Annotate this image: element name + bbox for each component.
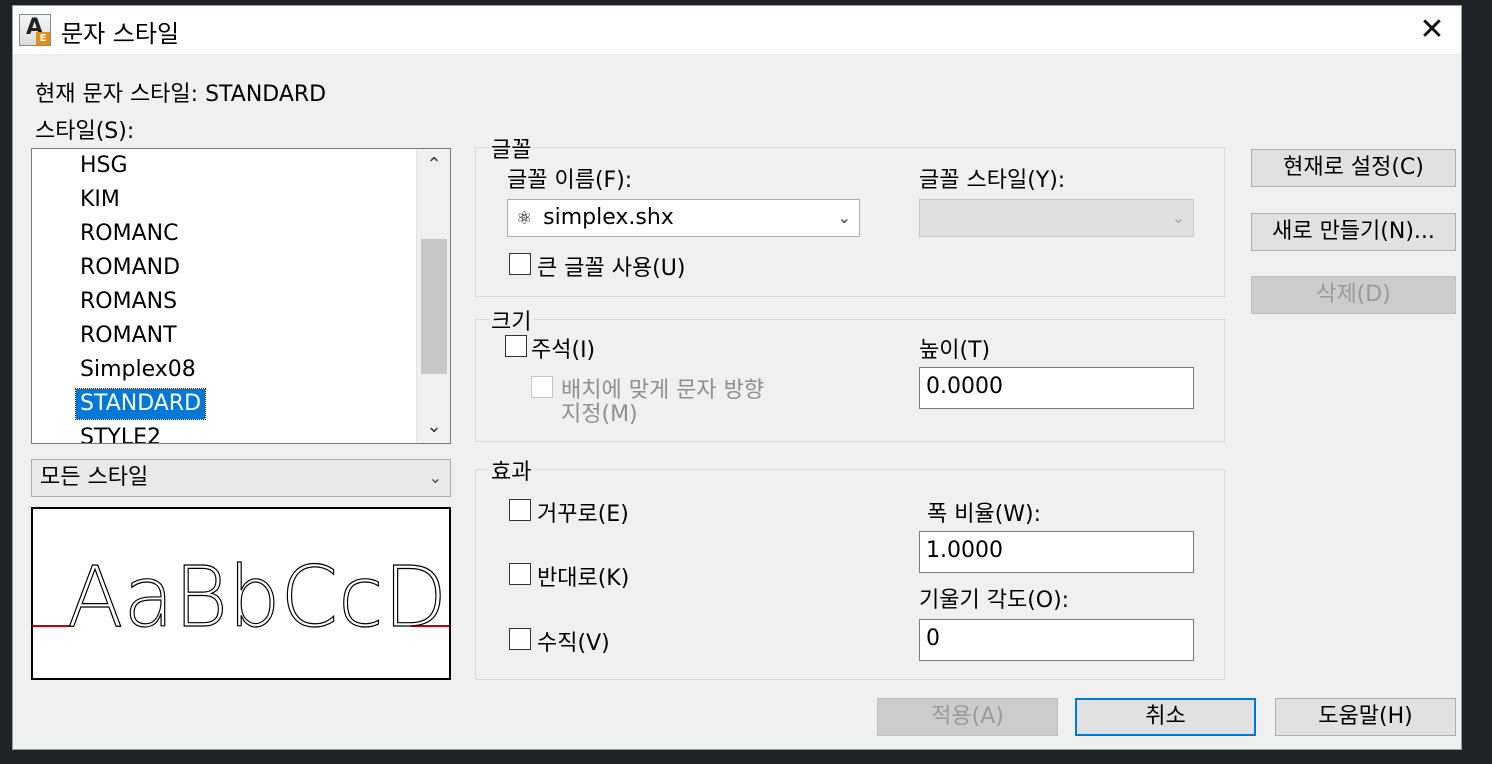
size-group-title: 크기 [489,304,534,336]
list-item-selected[interactable]: STANDARD [74,388,207,420]
width-factor-input[interactable]: 1.0000 [919,531,1194,573]
window-title: 문자 스타일 [61,20,180,48]
width-factor-label: 폭 비율(W): [927,502,1042,527]
backwards-checkbox[interactable] [509,563,531,585]
oblique-angle-input[interactable]: 0 [919,619,1194,661]
list-item[interactable]: HSG [76,151,132,181]
match-orientation-checkbox[interactable] [531,376,553,398]
vertical-checkbox[interactable] [509,628,531,650]
annotative-checkbox[interactable] [505,335,527,357]
bigfont-label: 큰 글꼴 사용(U) [537,256,686,281]
styles-label: 스타일(S): [35,119,135,144]
font-name-label: 글꼴 이름(F): [507,168,633,193]
font-style-dropdown[interactable]: ⌄ [919,199,1194,237]
list-item[interactable]: ROMANS [76,287,181,317]
annotative-label: 주석(I) [531,338,596,363]
list-item[interactable]: ROMAND [76,253,184,283]
bigfont-checkbox[interactable] [509,253,531,275]
help-button[interactable]: 도움말(H) [1275,698,1456,736]
set-current-button[interactable]: 현재로 설정(C) [1251,149,1456,187]
scroll-down-icon[interactable]: ⌄ [417,411,450,443]
list-item[interactable]: Simplex08 [76,355,200,385]
text-style-dialog: AE 문자 스타일 ✕ 현재 문자 스타일: STANDARD 스타일(S): … [12,5,1462,750]
font-name-value: simplex.shx [543,205,674,230]
scroll-up-icon[interactable]: ⌃ [417,149,450,181]
font-name-dropdown[interactable]: ⚛ simplex.shx ⌄ [507,199,860,237]
chevron-down-icon: ⌄ [1171,208,1185,227]
preview-sample-text: AaBbCcD [67,548,447,646]
height-input[interactable]: 0.0000 [919,367,1194,409]
height-label: 높이(T) [919,338,991,363]
close-button[interactable]: ✕ [1409,10,1455,50]
current-style-label: 현재 문자 스타일: STANDARD [35,82,327,107]
cancel-button[interactable]: 취소 [1075,698,1256,736]
title-bar: AE 문자 스타일 ✕ [13,6,1461,54]
list-item[interactable]: STYLE2 [76,423,165,443]
chevron-down-icon: ⌄ [837,208,851,227]
font-group-title: 글꼴 [489,132,534,164]
list-item[interactable]: KIM [76,185,124,215]
style-filter-dropdown[interactable]: 모든 스타일 ⌄ [31,459,451,497]
effects-group-title: 효과 [489,454,534,486]
style-filter-value: 모든 스타일 [40,465,149,490]
upside-down-label: 거꾸로(E) [537,502,629,527]
new-style-button[interactable]: 새로 만들기(N)... [1251,213,1456,251]
backwards-label: 반대로(K) [537,566,630,591]
font-type-icon: ⚛ [516,208,533,229]
list-scrollbar[interactable]: ⌃ ⌄ [416,149,450,443]
chevron-down-icon: ⌄ [428,468,442,487]
apply-button[interactable]: 적용(A) [877,698,1058,736]
list-item[interactable]: ROMANC [76,219,182,249]
list-item[interactable]: ROMANT [76,321,181,351]
font-style-label: 글꼴 스타일(Y): [919,168,1066,193]
vertical-label: 수직(V) [537,631,610,656]
upside-down-checkbox[interactable] [509,499,531,521]
text-preview: AaBbCcD [31,507,451,680]
scroll-thumb[interactable] [421,239,447,374]
delete-button[interactable]: 삭제(D) [1251,276,1456,314]
match-orientation-label-line2: 지정(M) [561,402,638,427]
text-style-app-icon: AE [19,14,51,46]
preview-canvas: AaBbCcD [33,547,449,647]
oblique-angle-label: 기울기 각도(O): [919,588,1070,613]
style-list[interactable]: HSG KIM ROMANC ROMAND ROMANS ROMANT Simp… [31,148,451,444]
